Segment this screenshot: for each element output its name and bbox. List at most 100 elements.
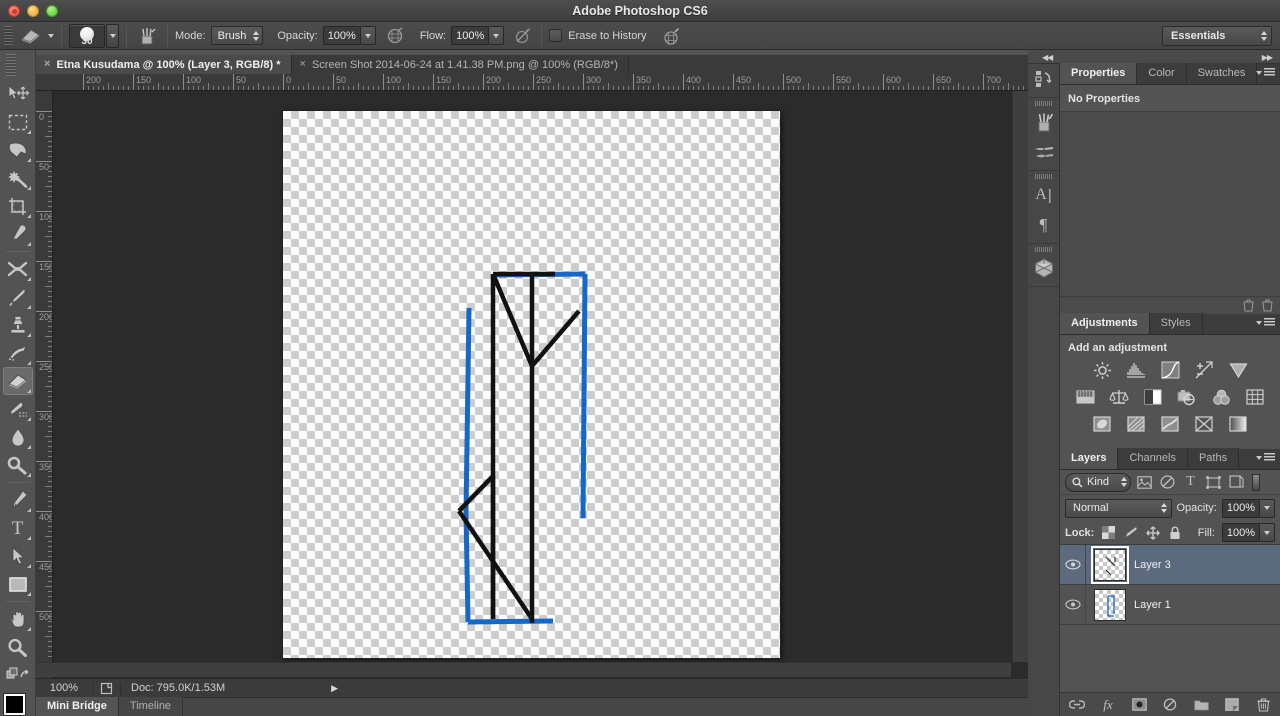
selective-color-icon[interactable]	[1193, 414, 1215, 434]
move-tool[interactable]	[3, 80, 33, 108]
magic-wand-tool[interactable]	[3, 164, 33, 192]
document-tab-active[interactable]: × Etna Kusudama @ 100% (Layer 3, RGB/8) …	[36, 55, 292, 74]
vertical-scrollbar[interactable]	[1012, 91, 1028, 662]
zoom-tool[interactable]	[3, 633, 33, 661]
foreground-color-swatch[interactable]	[4, 694, 25, 715]
crop-tool[interactable]	[3, 192, 33, 220]
tab-timeline[interactable]: Timeline	[118, 697, 184, 716]
type-tool[interactable]: T	[3, 514, 33, 542]
clone-stamp-tool[interactable]	[3, 311, 33, 339]
brush-icon[interactable]	[1029, 107, 1059, 137]
channel-mixer-icon[interactable]	[1210, 387, 1232, 407]
paragraph-icon[interactable]: ¶	[1029, 210, 1059, 240]
shape-filter-icon[interactable]	[1204, 473, 1223, 492]
hand-tool[interactable]	[3, 605, 33, 633]
workspace-select[interactable]: Essentials	[1162, 26, 1272, 46]
tablet-pressure-icon[interactable]	[660, 25, 682, 47]
layer-name[interactable]: Layer 3	[1134, 559, 1171, 571]
exposure-icon[interactable]	[1193, 360, 1215, 380]
close-icon[interactable]: ×	[44, 59, 50, 70]
layer-opacity-chevron-icon[interactable]	[1260, 498, 1275, 518]
layer-fill-input[interactable]: 100%	[1221, 523, 1260, 542]
layer-filter-kind-select[interactable]: Kind	[1065, 472, 1131, 492]
flow-input[interactable]: 100%	[451, 26, 490, 45]
new-layer-icon[interactable]	[1224, 697, 1240, 713]
posterize-icon[interactable]	[1125, 414, 1147, 434]
panel-menu-icon[interactable]	[1256, 453, 1275, 462]
brightness-contrast-icon[interactable]	[1091, 360, 1113, 380]
opacity-pressure-icon[interactable]	[384, 25, 406, 47]
close-icon[interactable]: ×	[300, 59, 306, 70]
opacity-input[interactable]: 100%	[322, 26, 361, 45]
collapse-left-icon[interactable]: ◀◀	[1042, 53, 1053, 62]
tab-paths[interactable]: Paths	[1187, 448, 1240, 469]
gradient-tool[interactable]	[3, 395, 33, 423]
brush-panel-toggle-icon[interactable]	[134, 25, 160, 47]
opacity-chevron-icon[interactable]	[360, 26, 376, 45]
layer-visibility-toggle[interactable]	[1060, 585, 1086, 624]
tab-color[interactable]: Color	[1137, 63, 1187, 84]
type-filter-icon[interactable]: T	[1181, 473, 1200, 492]
black-white-icon[interactable]	[1142, 387, 1164, 407]
color-swatches[interactable]	[2, 694, 37, 716]
3d-icon[interactable]	[1029, 253, 1059, 283]
layer-thumbnail[interactable]	[1091, 545, 1129, 584]
gradient-map-icon[interactable]	[1227, 414, 1249, 434]
hue-saturation-icon[interactable]	[1074, 387, 1096, 407]
status-expand-arrow-icon[interactable]: ▶	[331, 683, 338, 694]
filter-toggle-switch[interactable]	[1252, 473, 1260, 491]
layer-mask-icon[interactable]	[1131, 697, 1147, 713]
image-canvas[interactable]	[283, 111, 780, 658]
dock-grip[interactable]	[1035, 101, 1052, 106]
brush-preset-picker[interactable]: 30	[69, 23, 105, 48]
tools-panel-grip[interactable]	[6, 54, 16, 76]
levels-icon[interactable]	[1125, 360, 1147, 380]
lasso-tool[interactable]	[3, 136, 33, 164]
dock-collapse-bar[interactable]: ◀◀ ▶▶	[1028, 50, 1280, 64]
panel-menu-icon[interactable]	[1256, 318, 1275, 327]
tab-styles[interactable]: Styles	[1149, 313, 1203, 334]
color-lookup-icon[interactable]	[1244, 387, 1266, 407]
document-info-icon[interactable]	[93, 681, 121, 695]
panel-menu-icon[interactable]	[1256, 68, 1275, 77]
edit-toolbar-icon[interactable]	[3, 661, 33, 689]
vibrance-icon[interactable]	[1227, 360, 1249, 380]
pixel-filter-icon[interactable]	[1135, 473, 1154, 492]
delete-icon[interactable]	[1243, 299, 1254, 315]
eyedropper-tool[interactable]	[3, 220, 33, 248]
layer-thumbnail-cell[interactable]	[1086, 545, 1134, 584]
lock-position-icon[interactable]	[1145, 525, 1160, 540]
blend-mode-select[interactable]: Normal	[1065, 498, 1172, 518]
rectangular-marquee-tool[interactable]	[3, 108, 33, 136]
layer-name[interactable]: Layer 1	[1134, 599, 1171, 611]
layer-row[interactable]: Layer 1	[1060, 585, 1280, 625]
horizontal-scrollbar[interactable]	[36, 662, 1011, 677]
rectangle-tool[interactable]	[3, 570, 33, 598]
blur-tool[interactable]	[3, 423, 33, 451]
layer-visibility-toggle[interactable]	[1060, 545, 1086, 584]
adjustment-filter-icon[interactable]	[1158, 473, 1177, 492]
layer-thumbnail-cell[interactable]	[1086, 588, 1134, 621]
tab-adjustments[interactable]: Adjustments	[1060, 313, 1150, 334]
threshold-icon[interactable]	[1159, 414, 1181, 434]
path-selection-tool[interactable]	[3, 542, 33, 570]
zoom-level[interactable]: 100%	[36, 682, 93, 694]
options-bar-grip[interactable]	[4, 25, 13, 46]
horizontal-ruler[interactable]: 200 150 100 50 0 50 100 150 200 250 300 350 400 450 50…	[36, 74, 1028, 91]
layer-thumbnail[interactable]	[1094, 588, 1126, 621]
smartobject-filter-icon[interactable]	[1227, 473, 1246, 492]
link-layers-icon[interactable]	[1069, 697, 1085, 713]
erase-to-history-checkbox[interactable]	[549, 29, 563, 42]
layer-opacity-input[interactable]: 100%	[1221, 498, 1260, 518]
history-icon[interactable]	[1029, 64, 1059, 94]
brush-tool[interactable]	[3, 283, 33, 311]
lock-image-icon[interactable]	[1123, 525, 1138, 540]
flow-chevron-icon[interactable]	[489, 26, 505, 45]
expand-right-icon[interactable]: ▶▶	[1262, 53, 1273, 62]
photo-filter-icon[interactable]	[1176, 387, 1198, 407]
vertical-ruler[interactable]: 0 50 100 150 200 250 300 350 400 450 500	[36, 91, 53, 678]
new-group-icon[interactable]	[1193, 697, 1209, 713]
new-adjustment-icon[interactable]	[1162, 697, 1178, 713]
mode-select[interactable]: Brush	[210, 26, 264, 45]
tool-preset-chevron-icon[interactable]	[48, 33, 54, 38]
